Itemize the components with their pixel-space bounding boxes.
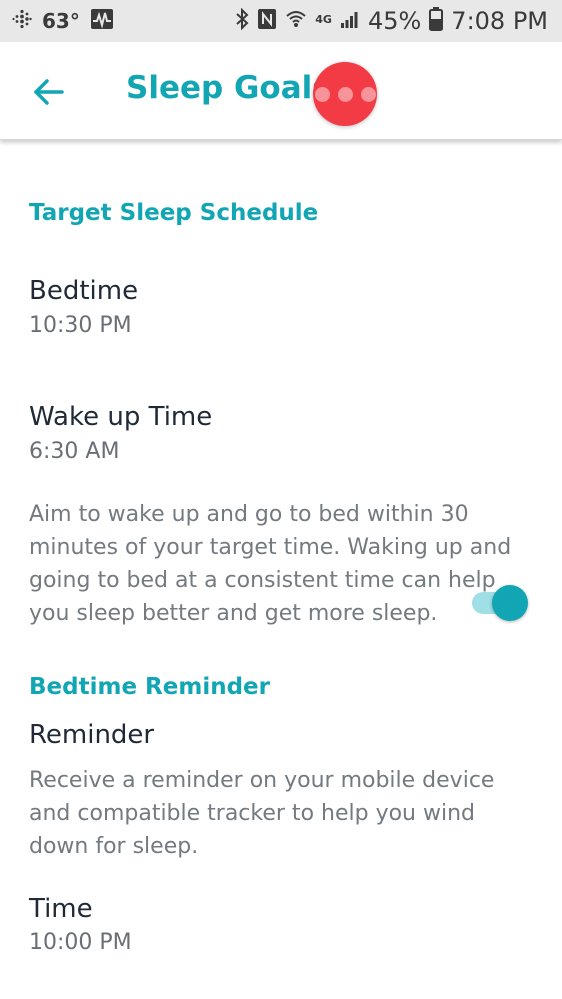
section-header-bedtime-reminder: Bedtime Reminder (29, 674, 270, 700)
reminder-toggle[interactable] (470, 584, 528, 621)
status-time: 7:08 PM (451, 7, 548, 35)
bedtime-value: 10:30 PM (29, 313, 132, 338)
status-left: 63° (12, 8, 114, 35)
bedtime-label: Bedtime (29, 276, 139, 306)
battery-percent: 45% (367, 7, 422, 35)
reminder-time-label: Time (29, 894, 93, 924)
signal-strength-icon (340, 9, 360, 34)
reminder-description: Receive a reminder on your mobile device… (29, 768, 495, 859)
toggle-thumb (492, 585, 528, 621)
more-horizontal-icon-dot (360, 86, 376, 102)
network-4g-icon: 4G (315, 12, 332, 26)
schedule-description: Aim to wake up and go to bed within 30 m… (29, 502, 512, 626)
status-bar: 63° 4G 45% 7:08 PM (0, 0, 562, 42)
reminder-label: Reminder (29, 720, 155, 750)
section-header-target-sleep-schedule: Target Sleep Schedule (29, 200, 319, 226)
activity-chart-icon (90, 8, 114, 35)
arrow-left-icon (34, 79, 64, 105)
app-bar: Sleep Goals (0, 42, 562, 140)
bluetooth-icon (235, 7, 249, 35)
reminder-time-value: 10:00 PM (29, 930, 132, 955)
wake-up-time-setting-row[interactable]: Wake up Time 6:30 AM (0, 384, 562, 474)
bedtime-setting-row[interactable]: Bedtime 10:30 PM (0, 258, 562, 348)
page-title: Sleep Goals (126, 70, 331, 106)
more-horizontal-icon-dot (337, 86, 353, 102)
nfc-icon (257, 8, 277, 35)
back-button[interactable] (28, 72, 68, 112)
wake-up-time-value: 6:30 AM (29, 439, 120, 464)
status-temperature: 63° (42, 9, 80, 33)
wake-up-time-label: Wake up Time (29, 402, 213, 432)
reminder-time-setting-row[interactable]: Time 10:00 PM (0, 880, 562, 970)
status-right: 4G 45% 7:08 PM (235, 6, 548, 36)
wifi-icon (285, 9, 307, 34)
battery-icon (429, 6, 444, 36)
fitbit-logo-icon (12, 9, 32, 34)
more-horizontal-icon (314, 86, 330, 102)
more-options-button[interactable] (313, 62, 377, 126)
